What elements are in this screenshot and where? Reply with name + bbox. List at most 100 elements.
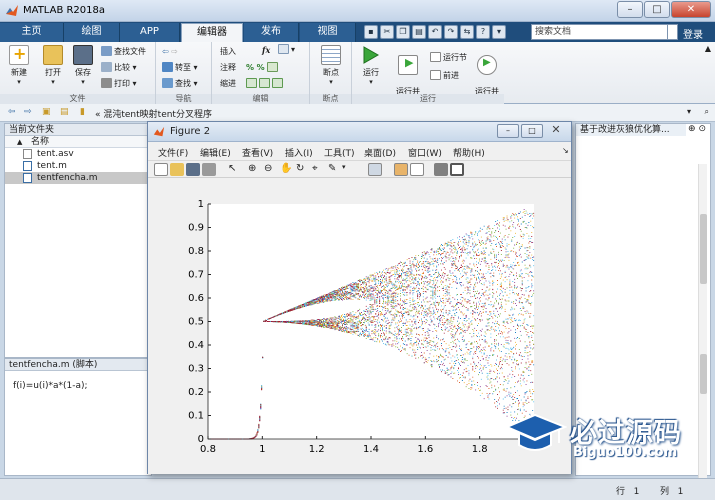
forward-icon[interactable]: ⇨ [24,107,35,118]
print-figure-icon[interactable] [202,163,216,176]
quick-switch-icon[interactable]: ⇆ [460,25,474,39]
menu-help[interactable]: 帮助(H) [453,146,485,159]
tab-apps[interactable]: APP [120,23,180,42]
tab-view[interactable]: 视图 [300,23,356,42]
rotate-icon[interactable]: ↻ [296,163,310,176]
path-dropdown-icon[interactable]: ▾ [687,107,691,116]
figure-maximize-button[interactable]: □ [521,124,543,138]
open-file-icon[interactable] [170,163,184,176]
ribbon-collapse-icon[interactable]: ▲ [705,44,711,53]
data-cursor-icon[interactable]: ⌖ [312,163,326,176]
compare-button[interactable]: 比较 ▾ [101,62,137,74]
menu-view[interactable]: 查看(V) [242,146,273,159]
figure-close-button[interactable]: ✕ [545,124,567,138]
y-tick-label: 0.8 [188,246,204,257]
menu-insert[interactable]: 插入(I) [285,146,313,159]
pan-icon[interactable]: ✋ [280,163,294,176]
x-tick-label: 1.6 [417,444,433,455]
menu-window[interactable]: 窗口(W) [408,146,442,159]
new-button[interactable]: + 新建 ▾ [4,45,34,86]
quick-help-icon[interactable]: ? [476,25,490,39]
minimize-button[interactable]: – [617,1,643,18]
link-plot-icon[interactable] [368,163,382,176]
print-button[interactable]: 打印 ▾ [101,78,137,90]
find-files-button[interactable]: 查找文件 [101,46,146,58]
maximize-button[interactable]: □ [644,1,670,18]
run-button[interactable]: 运行 ▾ [356,45,386,86]
search-icon[interactable] [668,24,678,40]
save-figure-icon[interactable] [186,163,200,176]
quick-save-icon[interactable]: ▪ [364,25,378,39]
hide-plot-tools-icon[interactable] [434,163,448,176]
show-plot-tools-icon[interactable] [450,163,464,176]
quick-undo-icon[interactable]: ↶ [428,25,442,39]
brush-icon[interactable]: ✎ [328,163,342,176]
run-icon [361,45,381,65]
figure-minimize-button[interactable]: – [497,124,519,138]
name-column-header[interactable]: ▲ 名称 [5,136,151,148]
breakpoints-button[interactable]: 断点 ▾ [316,45,346,86]
address-bar: ⇦ ⇨ ▣ ▤ ▮ « 混沌tent映射tent分叉程序 ▾ ⌕ [0,104,715,122]
path-search-icon[interactable]: ⌕ [705,107,709,117]
advance-icon [430,70,441,80]
ribbon-section-navigate: ⇦ ⇨ 转至 ▾ 查找 ▾ 导航 [156,42,212,104]
quick-cut-icon[interactable]: ✂ [380,25,394,39]
quick-dropdown-icon[interactable]: ▾ [492,25,506,39]
advance-button[interactable]: 前进 [430,70,459,82]
file-row[interactable]: tent.m [5,160,151,172]
file-row[interactable]: tent.asv [5,148,151,160]
figure-title: Figure 2 [170,126,210,137]
save-button[interactable]: 保存 ▾ [68,45,98,86]
menu-edit[interactable]: 编辑(E) [200,146,231,159]
file-row-selected[interactable]: tentfencha.m [5,172,151,184]
brush-dropdown-icon[interactable]: ▾ [342,163,356,176]
new-figure-icon[interactable] [154,163,168,176]
tab-editor[interactable]: 编辑器 [181,23,243,42]
figure-toolbar: ↖ ⊕ ⊖ ✋ ↻ ⌖ ✎ ▾ [148,160,571,178]
ribbon-section-run: 运行▾ ▶ 运行并 前进 运行节 前进 ▶ 运行并 计时 运行 [352,42,504,104]
m-file-icon [23,161,32,171]
browse-folder-icon[interactable]: ▤ [60,107,71,118]
tab-home[interactable]: 主页 [0,23,64,42]
editor-title[interactable]: 基于改进灰狼优化算... [576,124,686,136]
close-button[interactable]: ✕ [671,1,711,18]
tab-plots[interactable]: 绘图 [64,23,120,42]
up-folder-icon[interactable]: ▣ [42,107,53,118]
editor-panel-buttons[interactable]: ⊕ ⊙ [688,124,706,134]
quick-copy-icon[interactable]: ❐ [396,25,410,39]
comment-percent-icon[interactable]: % % [246,62,280,74]
menu-dock-icon[interactable]: ↘ [562,146,569,155]
fx-button[interactable]: fx [262,44,270,56]
x-tick-label: 1.2 [309,444,325,455]
y-tick-label: 0.6 [188,293,204,304]
legend-icon[interactable] [410,163,424,176]
quick-redo-icon[interactable]: ↷ [444,25,458,39]
scroll-thumb[interactable] [700,214,707,284]
find-button[interactable]: 查找 ▾ [162,78,198,90]
run-section-button[interactable]: 运行节 [430,52,467,64]
zoom-out-icon[interactable]: ⊖ [264,163,278,176]
indent-button[interactable]: 缩进 [220,78,236,90]
menu-desktop[interactable]: 桌面(D) [364,146,396,159]
menu-tools[interactable]: 工具(T) [324,146,355,159]
quick-paste-icon[interactable]: ▤ [412,25,426,39]
search-input[interactable]: 搜索文档 [531,24,668,40]
colorbar-icon[interactable] [394,163,408,176]
zoom-in-icon[interactable]: ⊕ [248,163,262,176]
current-path[interactable]: « 混沌tent映射tent分叉程序 [95,107,212,120]
back-icon[interactable]: ⇦ [8,107,19,118]
tab-publish[interactable]: 发布 [244,23,299,42]
insert-button[interactable]: 插入 [220,46,236,58]
run-time-icon: ▶ [477,55,497,75]
insert-tool-icon[interactable]: ▾ [278,44,295,56]
figure-title-bar[interactable]: Figure 2 – □ ✕ [148,122,571,142]
menu-file[interactable]: 文件(F) [158,146,188,159]
comment-button[interactable]: 注释 [220,62,236,74]
back-forward-nav[interactable]: ⇦ ⇨ [162,46,178,58]
pointer-icon[interactable]: ↖ [228,163,242,176]
goto-button[interactable]: 转至 ▾ [162,62,198,74]
open-button[interactable]: 打开 ▾ [38,45,68,86]
login-link[interactable]: 登录 [683,26,703,41]
scroll-thumb-2[interactable] [700,354,707,394]
indent-icons[interactable] [246,78,285,90]
